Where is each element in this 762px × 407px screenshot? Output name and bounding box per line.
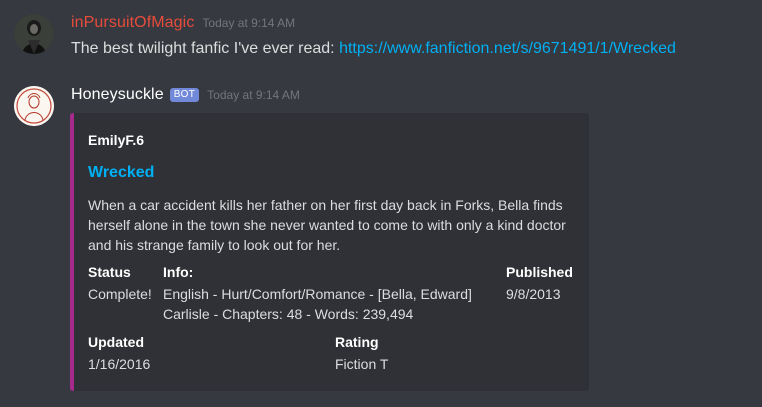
user-avatar-icon[interactable] — [14, 14, 54, 54]
field-updated-name: Updated — [88, 334, 144, 350]
message-link[interactable]: https://www.fanfiction.net/s/9671491/1/W… — [339, 40, 676, 57]
embed-description: When a car accident kills her father on … — [88, 197, 566, 253]
message-1: inPursuitOfMagic Today at 9:14 AM The be… — [0, 0, 762, 70]
embed-author: EmilyF.6 — [88, 132, 145, 148]
message-header: Honeysuckle BOT Today at 9:14 AM — [71, 86, 300, 104]
field-published-value: 9/8/2013 — [506, 286, 561, 302]
field-info-name: Info: — [163, 264, 194, 280]
timestamp: Today at 9:14 AM — [202, 16, 296, 30]
field-status-name: Status — [88, 264, 131, 280]
embed-title[interactable]: Wrecked — [88, 164, 154, 182]
message-content: The best twilight fanfic I've ever read:… — [71, 40, 676, 58]
timestamp: Today at 9:14 AM — [207, 88, 300, 102]
message-text: The best twilight fanfic I've ever read: — [71, 40, 340, 57]
field-rating-value: Fiction T — [335, 356, 389, 372]
embed-accent-bar — [70, 113, 74, 391]
field-updated-value: 1/16/2016 — [88, 356, 151, 372]
field-rating-name: Rating — [335, 334, 379, 350]
bot-tag: BOT — [169, 88, 200, 102]
field-status-value: Complete! — [88, 286, 152, 302]
username[interactable]: inPursuitOfMagic — [71, 14, 194, 32]
message-header: inPursuitOfMagic Today at 9:14 AM — [71, 14, 295, 32]
field-info-value: English - Hurt/Comfort/Romance - [Bella,… — [163, 286, 472, 322]
bot-avatar-icon[interactable] — [14, 86, 54, 126]
username[interactable]: Honeysuckle — [71, 86, 164, 104]
field-published-name: Published — [506, 264, 573, 280]
embed-card: EmilyF.6 Wrecked When a car accident kil… — [70, 113, 589, 391]
